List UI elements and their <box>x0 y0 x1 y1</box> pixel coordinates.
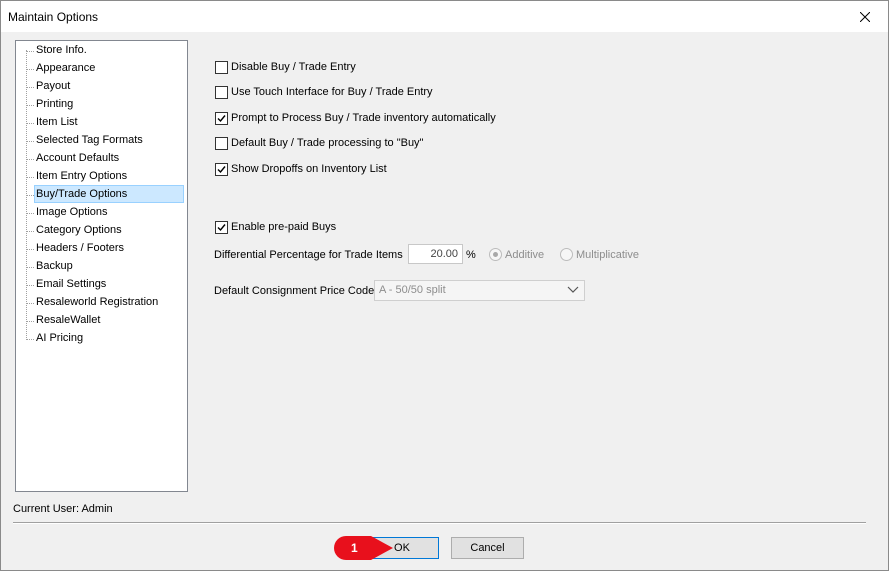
sidebar-item-label: Resaleworld Registration <box>36 296 159 308</box>
consignment-price-code-select[interactable]: A - 50/50 split <box>374 280 585 301</box>
sidebar-item-appearance[interactable]: Appearance <box>16 60 187 78</box>
tree-connector <box>26 123 34 124</box>
close-icon <box>860 11 870 22</box>
maintain-options-window: Maintain Options Store Info. Appearance Pa… <box>0 0 889 571</box>
sidebar-item-label: Backup <box>36 260 73 272</box>
tree-connector <box>26 195 34 196</box>
tree-connector <box>26 339 34 340</box>
window-title: Maintain Options <box>8 10 99 24</box>
multiplicative-radio-circle[interactable] <box>560 248 573 261</box>
checkmark-icon <box>217 223 226 231</box>
sidebar-item-resalewallet[interactable]: ResaleWallet <box>16 312 187 330</box>
enable-prepaid-checkbox[interactable] <box>215 220 228 234</box>
default-buy-label: Default Buy / Trade processing to "Buy" <box>231 137 424 149</box>
sidebar-item-backup[interactable]: Backup <box>16 258 187 276</box>
sidebar-item-headers-footers[interactable]: Headers / Footers <box>16 240 187 258</box>
sidebar-item-label: Account Defaults <box>36 152 120 164</box>
sidebar-item-label: Category Options <box>36 224 122 236</box>
multiplicative-radio[interactable]: Multiplicative <box>560 248 639 261</box>
sidebar-item-label: Printing <box>36 98 74 110</box>
sidebar-item-label: AI Pricing <box>36 332 84 344</box>
current-user-status: Current User: Admin <box>13 503 113 515</box>
sidebar-item-ai-pricing[interactable]: AI Pricing <box>16 330 187 348</box>
consignment-selected-value: A - 50/50 split <box>379 284 446 296</box>
additive-radio-circle[interactable] <box>489 248 502 261</box>
tree-connector <box>26 267 34 268</box>
prompt-process-checkbox[interactable] <box>215 111 228 125</box>
close-button[interactable] <box>842 1 888 32</box>
sidebar-item-label: ResaleWallet <box>36 314 101 326</box>
sidebar-item-category-options[interactable]: Category Options <box>16 222 187 240</box>
disable-buy-trade-label: Disable Buy / Trade Entry <box>231 61 356 73</box>
sidebar-item-item-list[interactable]: Item List <box>16 114 187 132</box>
tree-connector <box>26 141 34 142</box>
sidebar-item-store-info[interactable]: Store Info. <box>16 42 187 60</box>
prompt-process-label: Prompt to Process Buy / Trade inventory … <box>231 112 496 124</box>
show-dropoffs-label: Show Dropoffs on Inventory List <box>231 163 387 175</box>
sidebar-item-label: Headers / Footers <box>36 242 125 254</box>
sidebar-item-buy-trade-options[interactable]: Buy/Trade Options <box>16 185 187 204</box>
footer-divider <box>13 522 866 524</box>
consignment-label: Default Consignment Price Code <box>214 285 375 297</box>
sidebar-item-label: Buy/Trade Options <box>34 185 184 203</box>
prompt-process-option[interactable]: Prompt to Process Buy / Trade inventory … <box>215 110 496 126</box>
differential-label: Differential Percentage for Trade Items <box>214 249 403 261</box>
tree-connector <box>26 303 34 304</box>
sidebar-item-label: Email Settings <box>36 278 107 290</box>
options-tree[interactable]: Store Info. Appearance Payout Printing Item … <box>15 40 188 492</box>
tree-connector <box>26 321 34 322</box>
show-dropoffs-option[interactable]: Show Dropoffs on Inventory List <box>215 161 387 177</box>
sidebar-item-image-options[interactable]: Image Options <box>16 204 187 222</box>
checkmark-icon <box>217 165 226 173</box>
annotation-callout-arrow <box>334 536 393 560</box>
touch-interface-option[interactable]: Use Touch Interface for Buy / Trade Entr… <box>215 84 433 100</box>
title-bar: Maintain Options <box>1 1 888 32</box>
percent-unit: % <box>466 249 476 261</box>
default-buy-checkbox[interactable] <box>215 136 228 150</box>
enable-prepaid-option[interactable]: Enable pre-paid Buys <box>215 219 336 235</box>
sidebar-item-label: Appearance <box>36 62 96 74</box>
tree-connector <box>26 177 34 178</box>
tree-connector <box>26 69 34 70</box>
tree-connector <box>26 213 34 214</box>
sidebar-item-label: Payout <box>36 80 71 92</box>
chevron-down-icon <box>567 286 579 293</box>
additive-radio[interactable]: Additive <box>489 248 544 261</box>
sidebar-item-label: Selected Tag Formats <box>36 134 143 146</box>
enable-prepaid-label: Enable pre-paid Buys <box>231 221 337 233</box>
tree-connector <box>26 87 34 88</box>
sidebar-item-resaleworld-registration[interactable]: Resaleworld Registration <box>16 294 187 312</box>
disable-buy-trade-checkbox[interactable] <box>215 60 228 74</box>
sidebar-item-payout[interactable]: Payout <box>16 78 187 96</box>
radio-selected-dot <box>493 252 498 257</box>
sidebar-item-selected-tag-formats[interactable]: Selected Tag Formats <box>16 132 187 150</box>
cancel-button[interactable]: Cancel <box>451 537 524 559</box>
checkmark-icon <box>217 114 226 122</box>
sidebar-item-label: Store Info. <box>36 44 87 56</box>
tree-connector <box>26 231 34 232</box>
touch-interface-checkbox[interactable] <box>215 85 228 99</box>
tree-connector <box>26 51 34 52</box>
tree-connector <box>26 285 34 286</box>
sidebar-item-printing[interactable]: Printing <box>16 96 187 114</box>
sidebar-item-account-defaults[interactable]: Account Defaults <box>16 150 187 168</box>
default-buy-option[interactable]: Default Buy / Trade processing to "Buy" <box>215 135 423 151</box>
annotation-number: 1 <box>351 541 358 555</box>
sidebar-item-item-entry-options[interactable]: Item Entry Options <box>16 168 187 186</box>
differential-input[interactable]: 20.00 <box>408 244 463 264</box>
tree-connector <box>26 159 34 160</box>
sidebar-item-label: Item Entry Options <box>36 170 128 182</box>
additive-label: Additive <box>505 248 545 261</box>
sidebar-item-label: Image Options <box>36 206 108 218</box>
sidebar-item-label: Item List <box>36 116 78 128</box>
disable-buy-trade-option[interactable]: Disable Buy / Trade Entry <box>215 59 356 75</box>
tree-connector <box>26 249 34 250</box>
tree-connector <box>26 105 34 106</box>
touch-interface-label: Use Touch Interface for Buy / Trade Entr… <box>231 86 433 98</box>
multiplicative-label: Multiplicative <box>576 248 639 261</box>
show-dropoffs-checkbox[interactable] <box>215 162 228 176</box>
sidebar-item-email-settings[interactable]: Email Settings <box>16 276 187 294</box>
